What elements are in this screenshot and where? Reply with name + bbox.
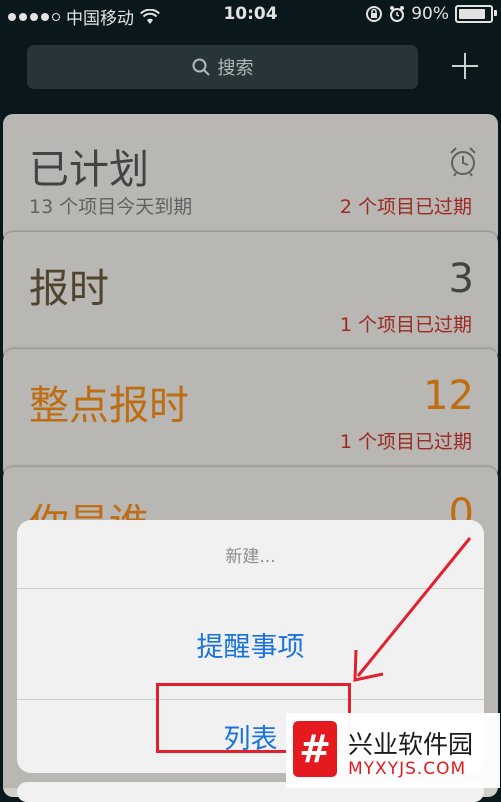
watermark: # 兴业软件园 MYXYJS.COM bbox=[286, 713, 500, 788]
watermark-title: 兴业软件园 bbox=[348, 730, 474, 759]
watermark-logo: # bbox=[293, 721, 337, 777]
action-sheet-title: 新建... bbox=[17, 520, 484, 589]
watermark-url: MYXYJS.COM bbox=[348, 759, 467, 779]
